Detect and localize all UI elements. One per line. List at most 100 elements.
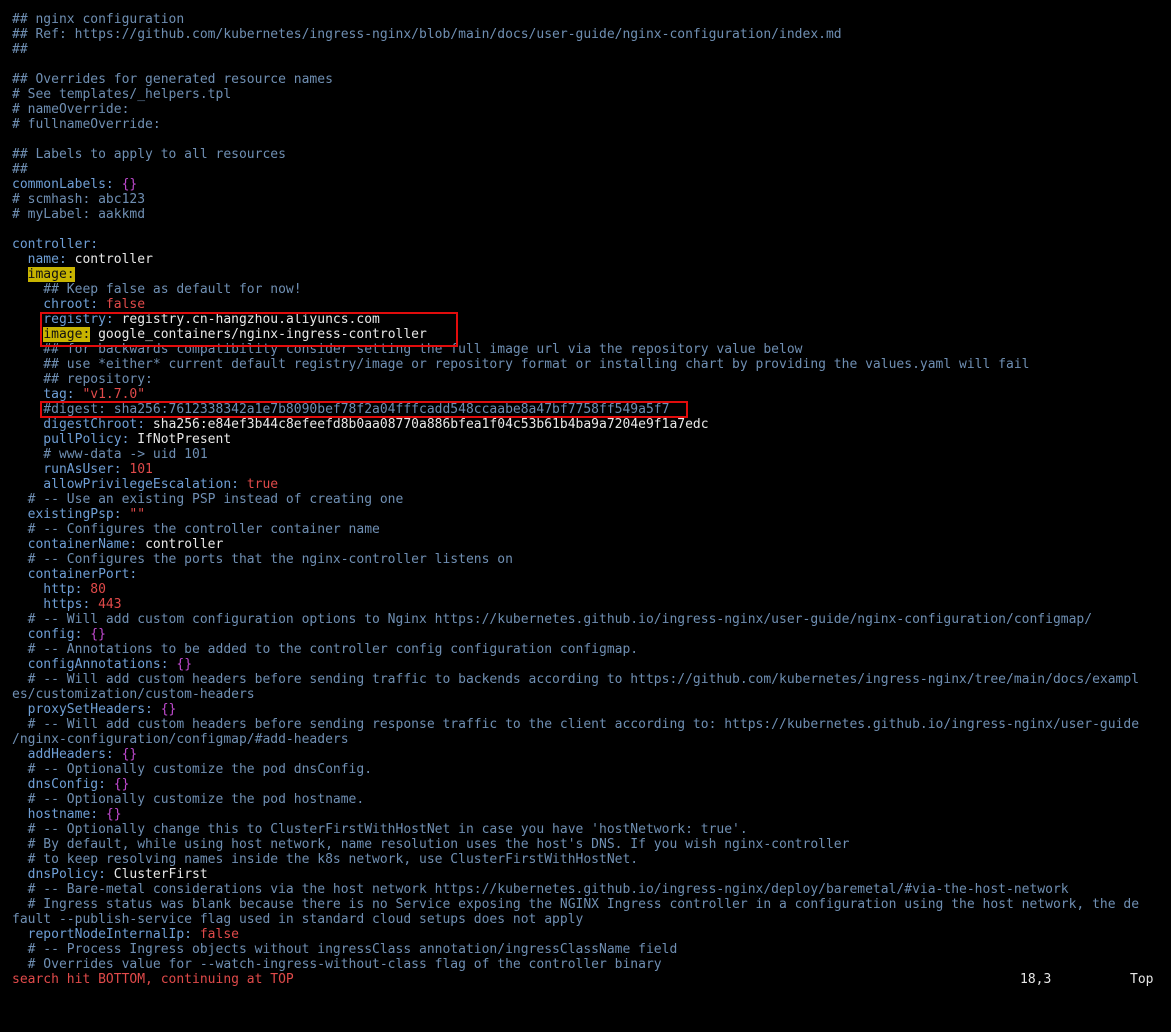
code-line[interactable]: configAnnotations: {}	[12, 657, 1168, 672]
code-line[interactable]: # -- Annotations to be added to the cont…	[12, 642, 1168, 657]
code-line[interactable]: ##	[12, 162, 1168, 177]
code-line[interactable]: # Overrides value for --watch-ingress-wi…	[12, 957, 1168, 972]
code-token: chroot:	[12, 297, 106, 312]
code-line[interactable]: containerName: controller	[12, 537, 1168, 552]
code-line[interactable]: # -- Will add custom configuration optio…	[12, 612, 1168, 627]
code-line[interactable]: # -- Configures the controller container…	[12, 522, 1168, 537]
code-line[interactable]: # myLabel: aakkmd	[12, 207, 1168, 222]
code-token: es/customization/custom-headers	[12, 687, 255, 702]
code-token: containerPort:	[12, 567, 138, 582]
search-message: search hit BOTTOM, continuing at TOP	[12, 972, 294, 987]
code-line[interactable]: # Ingress status was blank because there…	[12, 897, 1168, 912]
cursor-position: 18,3	[1020, 972, 1052, 987]
code-line[interactable]: hostname: {}	[12, 807, 1168, 822]
code-token: http:	[12, 582, 91, 597]
code-line[interactable]: ##	[12, 42, 1168, 57]
code-token: /nginx-configuration/configmap/#add-head…	[12, 732, 349, 747]
code-line[interactable]: pullPolicy: IfNotPresent	[12, 432, 1168, 447]
code-token: # Overrides value for --watch-ingress-wi…	[12, 957, 662, 972]
code-line[interactable]: dnsPolicy: ClusterFirst	[12, 867, 1168, 882]
code-token: pullPolicy:	[12, 432, 138, 447]
code-line[interactable]: image:	[12, 267, 1168, 282]
code-line[interactable]: # scmhash: abc123	[12, 192, 1168, 207]
code-line[interactable]: controller:	[12, 237, 1168, 252]
code-token: # -- Use an existing PSP instead of crea…	[12, 492, 404, 507]
code-token: runAsUser:	[12, 462, 130, 477]
code-line[interactable]: # -- Will add custom headers before send…	[12, 717, 1168, 732]
code-line[interactable]: http: 80	[12, 582, 1168, 597]
code-line[interactable]: # -- Optionally customize the pod dnsCon…	[12, 762, 1168, 777]
code-token: commonLabels	[12, 177, 106, 192]
code-line[interactable]: # -- Bare-metal considerations via the h…	[12, 882, 1168, 897]
code-line[interactable]	[12, 57, 1168, 72]
code-line[interactable]: # -- Optionally customize the pod hostna…	[12, 792, 1168, 807]
code-line[interactable]: ## Overrides for generated resource name…	[12, 72, 1168, 87]
code-token: dnsConfig:	[12, 777, 114, 792]
code-line[interactable]: tag: "v1.7.0"	[12, 387, 1168, 402]
code-line[interactable]: name: controller	[12, 252, 1168, 267]
code-token: # -- Configures the ports that the nginx…	[12, 552, 513, 567]
code-line[interactable]: es/customization/custom-headers	[12, 687, 1168, 702]
code-token: controller	[145, 537, 224, 552]
code-line[interactable]: config: {}	[12, 627, 1168, 642]
code-line[interactable]: # nameOverride:	[12, 102, 1168, 117]
code-token: # Ingress status was blank because there…	[12, 897, 1140, 912]
code-line[interactable]	[12, 132, 1168, 147]
code-token: containerName:	[12, 537, 146, 552]
code-token: # -- Configures the controller container…	[12, 522, 380, 537]
code-line[interactable]: # -- Will add custom headers before send…	[12, 672, 1168, 687]
code-line[interactable]	[12, 222, 1168, 237]
code-line[interactable]: commonLabels: {}	[12, 177, 1168, 192]
code-line[interactable]: fault --publish-service flag used in sta…	[12, 912, 1168, 927]
code-token: # -- Will add custom headers before send…	[12, 717, 1140, 732]
status-bar: search hit BOTTOM, continuing at TOP 18,…	[12, 972, 1160, 987]
code-line[interactable]: addHeaders: {}	[12, 747, 1168, 762]
code-line[interactable]: # -- Configures the ports that the nginx…	[12, 552, 1168, 567]
code-token: digestChroot:	[12, 417, 153, 432]
code-line[interactable]: /nginx-configuration/configmap/#add-head…	[12, 732, 1168, 747]
code-line[interactable]: proxySetHeaders: {}	[12, 702, 1168, 717]
code-line[interactable]: ## repository:	[12, 372, 1168, 387]
code-token: fault --publish-service flag used in sta…	[12, 912, 584, 927]
code-line[interactable]: # www-data -> uid 101	[12, 447, 1168, 462]
code-line[interactable]: runAsUser: 101	[12, 462, 1168, 477]
code-line[interactable]: containerPort:	[12, 567, 1168, 582]
code-line[interactable]: # -- Process Ingress objects without ing…	[12, 942, 1168, 957]
code-token: https:	[12, 597, 99, 612]
code-token: # fullnameOverride:	[12, 117, 161, 132]
code-token: ClusterFirst	[113, 867, 208, 882]
code-token: config:	[12, 627, 91, 642]
code-token: 101	[129, 462, 153, 477]
code-token: sha256:e84ef3b44c8efeefd8b0aa08770a886bf…	[152, 417, 709, 432]
code-token: {}	[121, 747, 138, 762]
code-line[interactable]: reportNodeInternalIp: false	[12, 927, 1168, 942]
code-token: controller	[74, 252, 153, 267]
code-line[interactable]: digestChroot: sha256:e84ef3b44c8efeefd8b…	[12, 417, 1168, 432]
code-line[interactable]: https: 443	[12, 597, 1168, 612]
code-line[interactable]: ## use *either* current default registry…	[12, 357, 1168, 372]
code-line[interactable]: chroot: false	[12, 297, 1168, 312]
code-token: {}	[105, 807, 122, 822]
code-token: # to keep resolving names inside the k8s…	[12, 852, 639, 867]
code-line[interactable]: # By default, while using host network, …	[12, 837, 1168, 852]
code-line[interactable]: dnsConfig: {}	[12, 777, 1168, 792]
code-line[interactable]: ## Labels to apply to all resources	[12, 147, 1168, 162]
code-line[interactable]: ## nginx configuration	[12, 12, 1168, 27]
code-token: # By default, while using host network, …	[12, 837, 850, 852]
code-line[interactable]: # to keep resolving names inside the k8s…	[12, 852, 1168, 867]
code-line[interactable]: # fullnameOverride:	[12, 117, 1168, 132]
code-line[interactable]: # See templates/_helpers.tpl	[12, 87, 1168, 102]
code-line[interactable]: ## Ref: https://github.com/kubernetes/in…	[12, 27, 1168, 42]
code-token: # -- Process Ingress objects without ing…	[12, 942, 678, 957]
code-line[interactable]: # -- Use an existing PSP instead of crea…	[12, 492, 1168, 507]
code-line[interactable]: allowPrivilegeEscalation: true	[12, 477, 1168, 492]
code-token: configAnnotations:	[12, 657, 177, 672]
code-token: # -- Optionally change this to ClusterFi…	[12, 822, 748, 837]
code-token: ## Ref: https://github.com/kubernetes/in…	[12, 27, 842, 42]
code-line[interactable]: # -- Optionally change this to ClusterFi…	[12, 822, 1168, 837]
code-line[interactable]: ## Keep false as default for now!	[12, 282, 1168, 297]
code-line[interactable]: existingPsp: ""	[12, 507, 1168, 522]
text-buffer[interactable]: ## nginx configuration ## Ref: https://gi…	[12, 12, 1168, 972]
